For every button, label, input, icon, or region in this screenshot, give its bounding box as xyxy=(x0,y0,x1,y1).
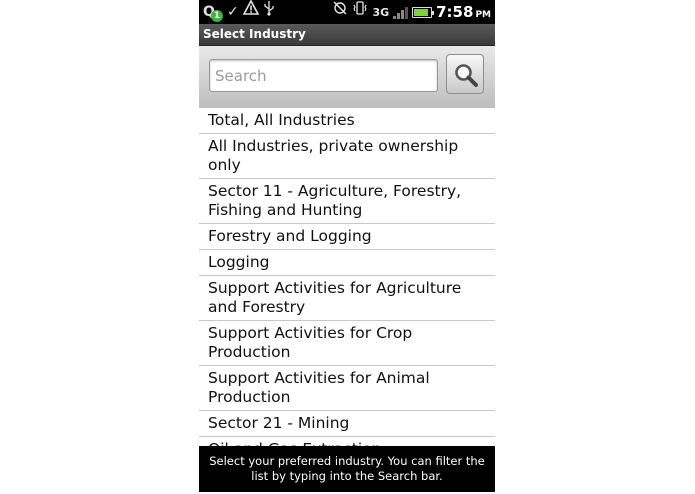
list-item[interactable]: Support Activities for Animal Production xyxy=(199,366,495,411)
notification-count-badge: 1 xyxy=(211,10,223,22)
search-bar xyxy=(199,46,495,108)
footer-hint-text: Select your preferred industry. You can … xyxy=(209,454,485,483)
page-title: Select Industry xyxy=(203,27,306,41)
list-item[interactable]: Sector 11 - Agriculture, Forestry, Fishi… xyxy=(199,179,495,224)
usb-icon xyxy=(263,0,275,24)
phone-screen: Q 1 ✓ 3G 7:58 PM Select Industry Search … xyxy=(199,0,495,494)
list-item[interactable]: Support Activities for Crop Production xyxy=(199,321,495,366)
vibrate-icon xyxy=(352,0,368,24)
status-bar: Q 1 ✓ 3G 7:58 PM xyxy=(199,0,495,24)
sync-off-icon xyxy=(332,0,348,24)
search-input[interactable] xyxy=(209,59,438,92)
clock: 7:58 PM xyxy=(436,3,491,21)
network-type: 3G xyxy=(372,5,390,19)
signal-icon xyxy=(393,5,409,19)
list-item[interactable]: Total, All Industries xyxy=(199,108,495,134)
battery-charging-icon xyxy=(412,6,435,18)
list-item[interactable]: Oil and Gas Extraction xyxy=(199,437,495,446)
q-app-icon: Q 1 xyxy=(203,2,223,22)
list-item[interactable]: Forestry and Logging xyxy=(199,224,495,250)
clock-ampm: PM xyxy=(475,10,491,20)
list-item[interactable]: Logging xyxy=(199,250,495,276)
list-item[interactable]: Sector 21 - Mining xyxy=(199,411,495,437)
industry-list: Total, All Industries All Industries, pri… xyxy=(199,108,495,446)
footer-hint: Select your preferred industry. You can … xyxy=(199,446,495,492)
list-item[interactable]: All Industries, private ownership only xyxy=(199,134,495,179)
title-bar: Select Industry xyxy=(199,24,495,46)
status-bar-left: Q 1 ✓ xyxy=(203,0,275,24)
search-icon xyxy=(455,64,478,87)
checkmark-download-icon: ✓ xyxy=(227,4,239,20)
clock-time: 7:58 xyxy=(436,3,474,21)
search-button[interactable] xyxy=(446,54,484,94)
warning-icon xyxy=(242,0,260,24)
status-bar-right: 3G 7:58 PM xyxy=(332,0,491,24)
list-item[interactable]: Support Activities for Agriculture and F… xyxy=(199,276,495,321)
